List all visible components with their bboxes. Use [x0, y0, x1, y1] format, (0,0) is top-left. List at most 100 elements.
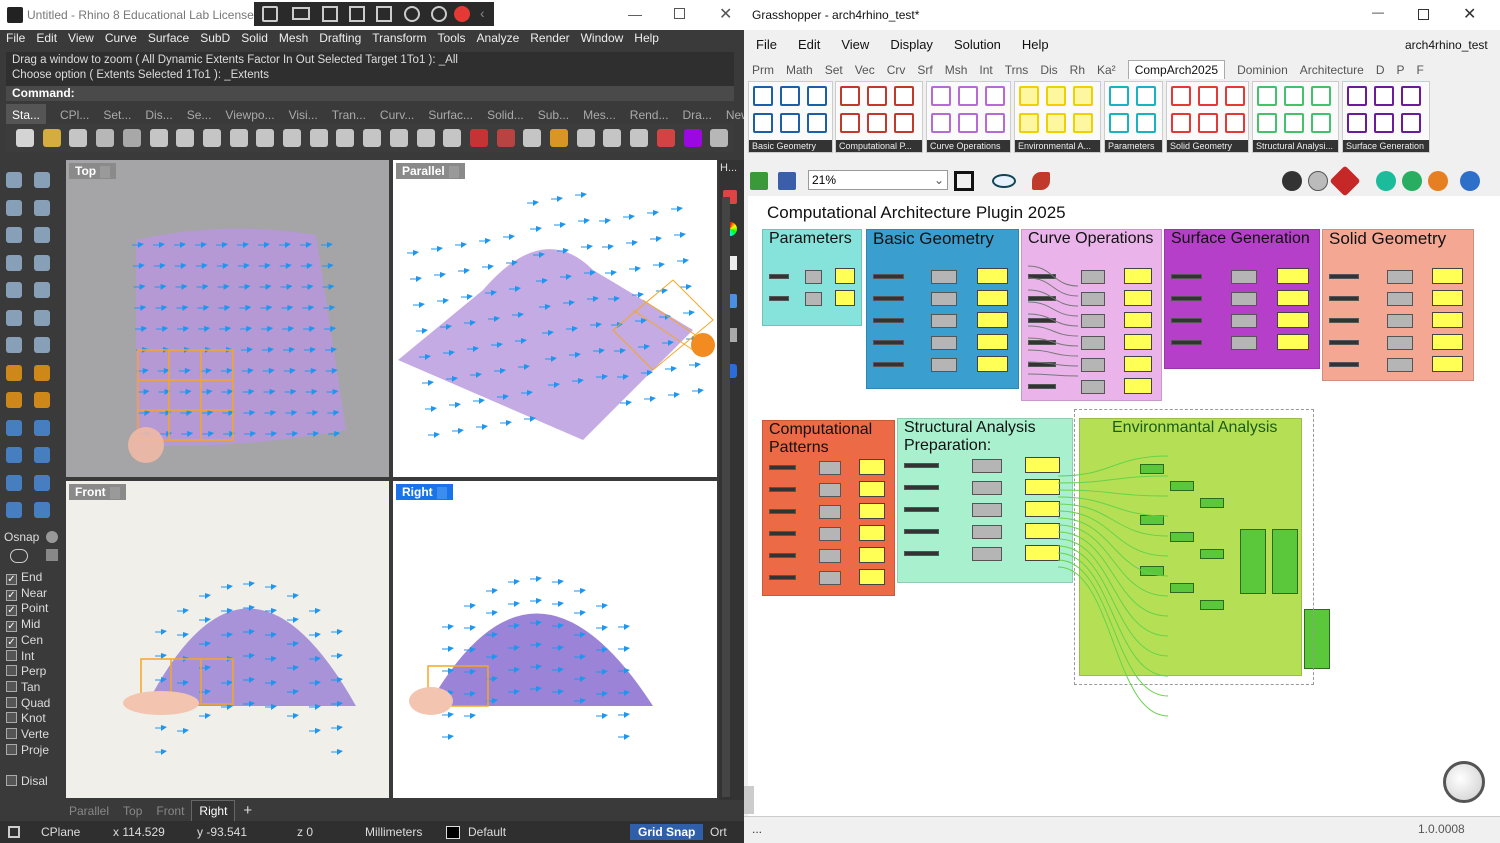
- component-icon[interactable]: [1347, 113, 1367, 133]
- menu-drafting[interactable]: Drafting: [319, 31, 361, 45]
- new-icon[interactable]: [16, 129, 34, 147]
- menu-render[interactable]: Render: [530, 31, 569, 45]
- chevron-down-icon[interactable]: [109, 486, 120, 499]
- menu-surface[interactable]: Surface: [148, 31, 189, 45]
- component-icon[interactable]: [1311, 113, 1331, 133]
- osnap-proje[interactable]: Proje: [6, 743, 49, 758]
- toolbar-tab[interactable]: Visi...: [289, 104, 318, 126]
- chevron-down-icon[interactable]: [100, 165, 111, 178]
- rotate-view-icon[interactable]: [416, 129, 435, 147]
- select-icon[interactable]: [6, 172, 22, 188]
- gh-menu-solution[interactable]: Solution: [954, 37, 1001, 52]
- osnap-cen[interactable]: ✓ Cen: [6, 633, 43, 648]
- circle-icon[interactable]: [6, 227, 22, 243]
- cursor-icon[interactable]: [322, 6, 338, 22]
- component-icon[interactable]: [985, 86, 1005, 106]
- toolbar-tab[interactable]: Sta...: [6, 104, 47, 126]
- units-label[interactable]: Millimeters: [365, 821, 422, 843]
- menu-subd[interactable]: SubD: [200, 31, 230, 45]
- boolean-icon[interactable]: [6, 447, 22, 463]
- point-icon[interactable]: [34, 172, 50, 188]
- curve-tools-icon[interactable]: [6, 282, 22, 298]
- viewport-top[interactable]: Top: [66, 160, 389, 477]
- material-icon-3[interactable]: [1428, 171, 1448, 191]
- chevron-down-icon[interactable]: [436, 486, 447, 499]
- gh-menu-file[interactable]: File: [756, 37, 777, 52]
- gh-tab[interactable]: Architecture: [1300, 63, 1364, 77]
- component-icon[interactable]: [807, 86, 827, 106]
- canvas-scroll[interactable]: [744, 786, 754, 814]
- open-icon[interactable]: [42, 129, 61, 147]
- surface-icon[interactable]: [6, 309, 22, 326]
- dimension-icon[interactable]: [6, 419, 22, 436]
- view-tab-front[interactable]: Front: [149, 801, 191, 821]
- close-button[interactable]: ✕: [719, 4, 732, 24]
- component-icon[interactable]: [1284, 113, 1304, 133]
- layer-icon[interactable]: [496, 129, 515, 147]
- menu-window[interactable]: Window: [581, 31, 624, 45]
- component-icon[interactable]: [1257, 86, 1277, 106]
- osnap-disable[interactable]: Disal: [6, 774, 48, 789]
- menu-transform[interactable]: Transform: [372, 31, 426, 45]
- cplane-label[interactable]: CPlane: [41, 821, 80, 843]
- gh-tab[interactable]: Set: [825, 63, 843, 77]
- gear-icon[interactable]: [46, 531, 58, 543]
- stop-icon[interactable]: [454, 6, 470, 22]
- component-icon[interactable]: [1257, 113, 1277, 133]
- osnap-verte[interactable]: Verte: [6, 727, 49, 742]
- component-icon[interactable]: [840, 113, 860, 133]
- component-icon[interactable]: [1109, 113, 1129, 133]
- osnap-mid[interactable]: ✓ Mid: [6, 617, 40, 633]
- component-icon[interactable]: [1374, 86, 1394, 106]
- component-icon[interactable]: [985, 113, 1005, 133]
- viewport-parallel[interactable]: Parallel: [393, 160, 717, 477]
- component-icon[interactable]: [1046, 86, 1066, 106]
- minimize-button[interactable]: —: [1372, 5, 1384, 19]
- toolbar-tab[interactable]: Tran...: [332, 104, 366, 126]
- component-icon[interactable]: [753, 113, 773, 133]
- osnap-near[interactable]: ✓ Near: [6, 586, 47, 601]
- view-tab-right[interactable]: Right: [191, 800, 236, 822]
- zoom-selected-icon[interactable]: [389, 129, 408, 147]
- render-icon[interactable]: [656, 129, 675, 147]
- menu-solid[interactable]: Solid: [241, 31, 268, 45]
- osnap-end[interactable]: ✓ End: [6, 570, 42, 585]
- toolbar-tab[interactable]: Dis...: [145, 104, 172, 126]
- zoom-extents-icon[interactable]: [363, 129, 382, 147]
- viewport-label-top[interactable]: Top: [69, 163, 117, 179]
- component-icon[interactable]: [1073, 113, 1093, 133]
- component-icon[interactable]: [1046, 113, 1066, 133]
- component-icon[interactable]: [867, 86, 887, 106]
- group-icon[interactable]: [34, 447, 50, 463]
- component-icon[interactable]: [1401, 113, 1421, 133]
- zoom-field[interactable]: 21% ⌄: [808, 170, 948, 190]
- viewport-front[interactable]: Front: [66, 481, 389, 798]
- osnap-point[interactable]: ✓ Point: [6, 601, 48, 617]
- material-icon-2[interactable]: [1402, 171, 1422, 191]
- arc-icon[interactable]: [34, 227, 50, 243]
- polygon-icon[interactable]: [6, 254, 22, 271]
- component-icon[interactable]: [1401, 86, 1421, 106]
- toolbar-tab[interactable]: Mes...: [583, 104, 616, 126]
- component-icon[interactable]: [807, 113, 827, 133]
- menu-help[interactable]: Help: [634, 31, 659, 45]
- fillet-icon[interactable]: [34, 282, 50, 298]
- component-icon[interactable]: [894, 86, 914, 106]
- toolbar-tab[interactable]: Solid...: [487, 104, 524, 126]
- gh-tab[interactable]: Crv: [887, 63, 906, 77]
- paste-icon[interactable]: [202, 129, 221, 147]
- menu-tools[interactable]: Tools: [438, 31, 466, 45]
- component-icon[interactable]: [840, 86, 860, 106]
- menu-edit[interactable]: Edit: [36, 31, 57, 45]
- add-view-icon[interactable]: +: [235, 801, 260, 821]
- solution-icon[interactable]: [1329, 165, 1361, 197]
- save-icon[interactable]: [69, 129, 88, 147]
- menu-mesh[interactable]: Mesh: [279, 31, 308, 45]
- osnap-knot[interactable]: Knot: [6, 711, 46, 726]
- extrude-icon[interactable]: [6, 364, 22, 381]
- snap-icon[interactable]: [550, 129, 568, 147]
- component-icon[interactable]: [1374, 113, 1394, 133]
- navigation-dial-icon[interactable]: [1443, 761, 1485, 803]
- gh-tab[interactable]: Vec: [855, 63, 875, 77]
- component-icon[interactable]: [867, 113, 887, 133]
